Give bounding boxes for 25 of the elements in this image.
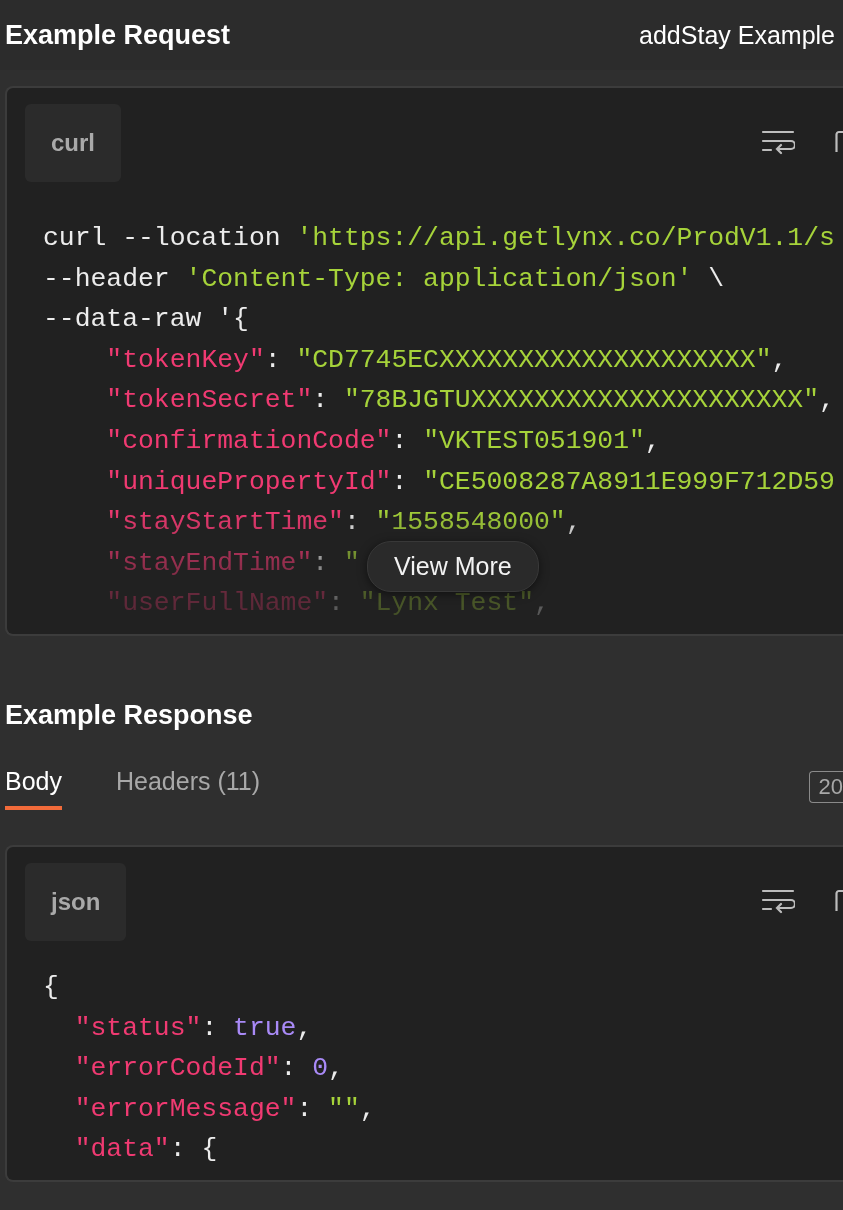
tab[interactable]: Body [5, 758, 62, 810]
code-line: curl --location 'https://api.getlynx.co/ProdV1.1/s [43, 222, 835, 255]
status-code-badge: 20 [808, 770, 843, 803]
code-line: "stayEndTime": " [105, 546, 360, 580]
code-line: "data": { [73, 1133, 218, 1167]
section-title: Example Request [5, 19, 231, 51]
code-line: --header 'Content-Type: application/json' \ [43, 262, 725, 296]
code-line: "stayStartTime": "1558548000", [105, 506, 582, 540]
tab[interactable]: Headers (11) [116, 758, 261, 810]
code-line: "errorCodeId": 0, [73, 1052, 344, 1086]
language-selector[interactable]: json [25, 862, 127, 941]
wrap-lines-icon[interactable] [761, 887, 795, 916]
code-line: "tokenSecret": "78BJGTUXXXXXXXXXXXXXXXXXXXXX", [105, 384, 835, 418]
code-line: "confirmationCode": "VKTEST051901", [105, 424, 661, 458]
code-line: "status": true, [73, 1011, 313, 1045]
code-line: --data-raw '{ [43, 303, 249, 337]
wrap-lines-icon[interactable] [761, 129, 795, 157]
view-more-button[interactable]: View More [367, 540, 539, 592]
language-selector[interactable]: curl [25, 104, 121, 182]
section-title: Example Response [5, 700, 253, 732]
code-line: "tokenKey": "CD7745ECXXXXXXXXXXXXXXXXXXXX", [105, 343, 788, 377]
example-name[interactable]: addStay Example [639, 20, 835, 50]
code-line: { [43, 970, 59, 1004]
code-line: "uniquePropertyId": "CE5008287A8911E999F712D59 [105, 465, 835, 499]
code-line: "errorMessage": "", [73, 1092, 376, 1126]
